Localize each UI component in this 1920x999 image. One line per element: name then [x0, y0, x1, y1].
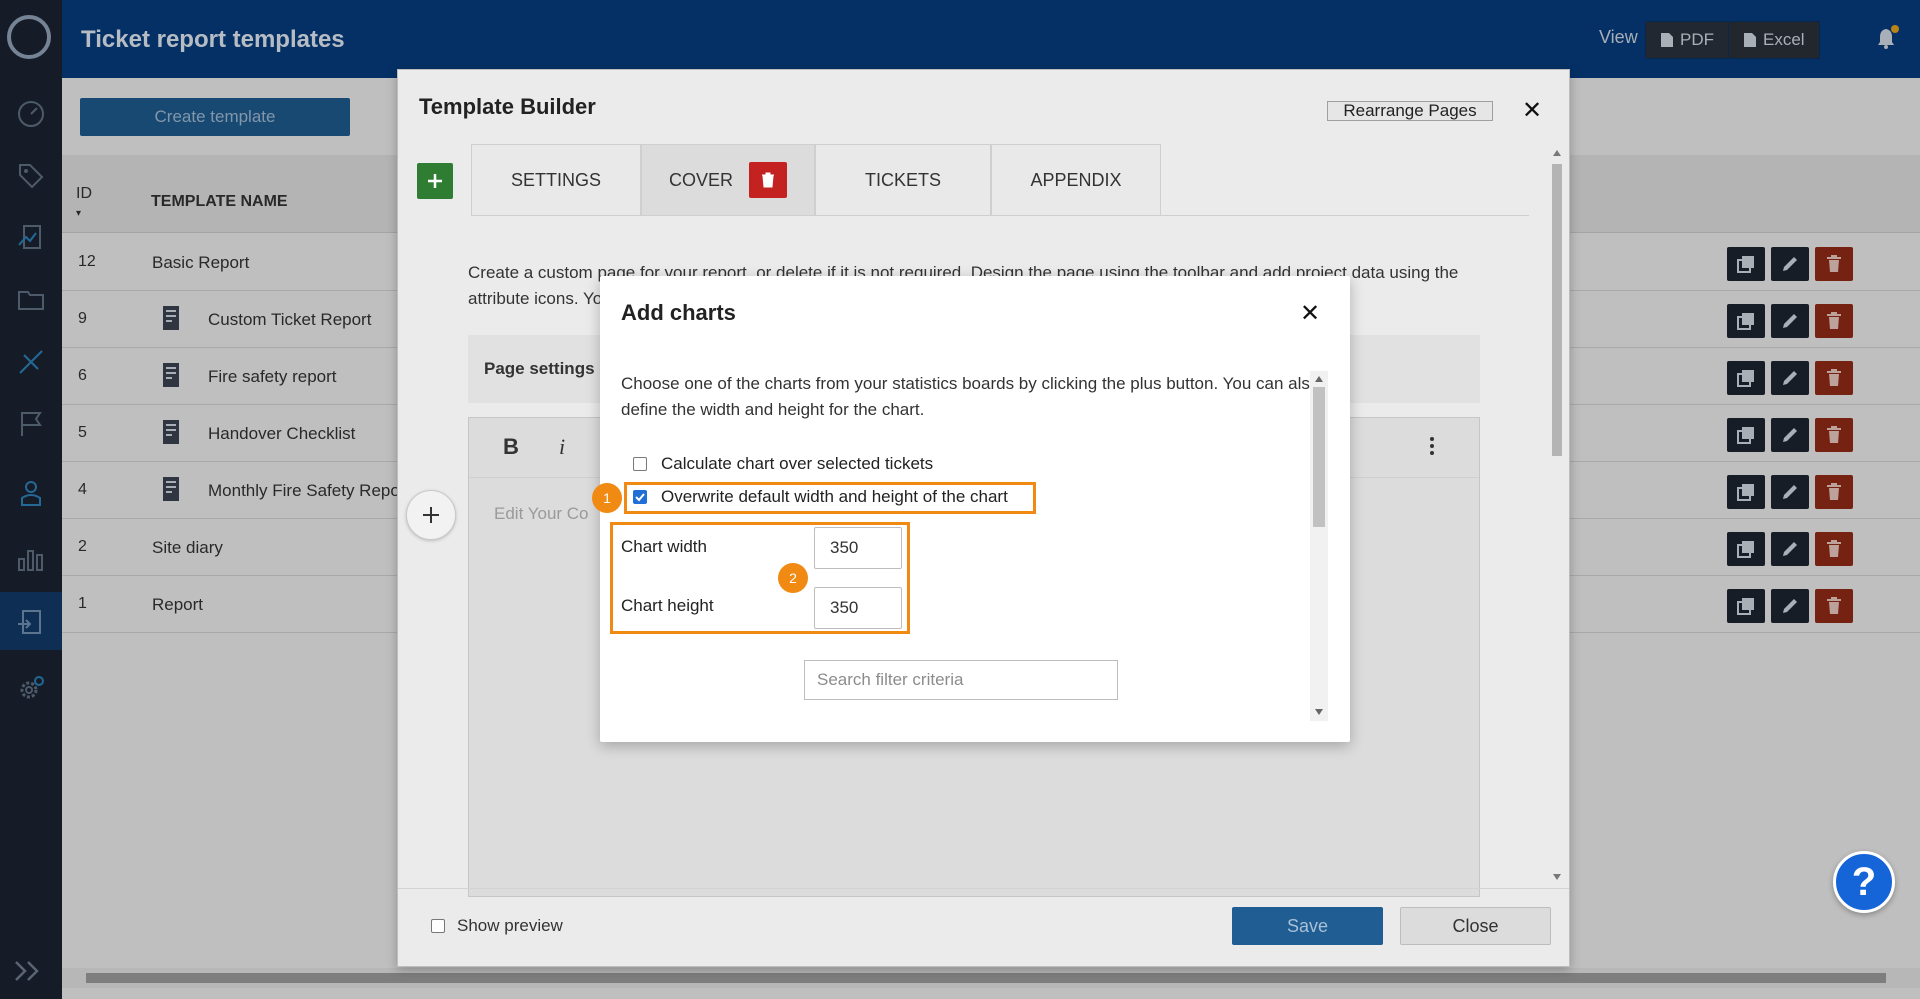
chart-height-label: Chart height	[621, 596, 714, 615]
overwrite-size-option[interactable]: Overwrite default width and height of th…	[633, 487, 1008, 507]
add-charts-dialog: Add charts ✕ Choose one of the charts fr…	[592, 276, 1350, 742]
calculate-over-selected-option[interactable]: Calculate chart over selected tickets	[633, 454, 933, 474]
italic-button[interactable]: i	[559, 434, 565, 460]
chart-width-input[interactable]: 350	[814, 527, 902, 569]
checkmark-icon	[635, 493, 645, 502]
help-button[interactable]: ?	[1833, 851, 1895, 913]
builder-tabs: SETTINGS COVER TICKETS APPENDIX	[471, 144, 1161, 216]
builder-close-icon[interactable]: ✕	[1522, 96, 1542, 125]
dialog-close-icon[interactable]: ✕	[1300, 299, 1320, 328]
chart-width-label: Chart width	[621, 537, 707, 556]
trash-icon	[762, 172, 774, 188]
dialog-intro: Choose one of the charts from your stati…	[621, 374, 1320, 419]
dialog-title: Add charts	[621, 300, 736, 325]
show-preview-toggle[interactable]: Show preview	[431, 916, 563, 936]
builder-title: Template Builder	[419, 94, 596, 119]
search-filter-input[interactable]: Search filter criteria	[804, 660, 1118, 700]
overwrite-size-label: Overwrite default width and height of th…	[661, 487, 1008, 506]
tab-settings[interactable]: SETTINGS	[471, 144, 641, 216]
save-button[interactable]: Save	[1232, 907, 1383, 945]
editor-placeholder: Edit Your Co	[494, 504, 589, 523]
dialog-body: Choose one of the charts from your stati…	[592, 371, 1328, 731]
insert-element-button[interactable]	[406, 490, 456, 540]
chart-height-input[interactable]: 350	[814, 587, 902, 629]
page-settings-label: Page settings	[484, 359, 595, 378]
step-badge-2: 2	[778, 563, 808, 593]
tab-appendix[interactable]: APPENDIX	[991, 144, 1161, 216]
show-preview-checkbox[interactable]	[431, 919, 445, 933]
builder-scrollbar[interactable]	[1548, 146, 1566, 886]
more-options-icon[interactable]	[1429, 436, 1435, 456]
overwrite-size-checkbox[interactable]	[633, 490, 647, 504]
tab-tickets[interactable]: TICKETS	[815, 144, 991, 216]
bold-button[interactable]: B	[503, 434, 519, 460]
tab-cover[interactable]: COVER	[641, 144, 815, 216]
calculate-over-selected-label: Calculate chart over selected tickets	[661, 454, 934, 473]
rearrange-pages-button[interactable]: Rearrange Pages	[1327, 101, 1493, 121]
plus-icon	[428, 174, 442, 188]
show-preview-label: Show preview	[457, 916, 563, 935]
add-page-button[interactable]	[417, 163, 453, 199]
dialog-scrollbar[interactable]	[1310, 371, 1328, 721]
tabs-divider	[471, 215, 1529, 216]
calculate-over-selected-checkbox[interactable]	[633, 457, 647, 471]
footer-divider	[398, 888, 1569, 889]
plus-icon	[423, 507, 439, 523]
delete-cover-button[interactable]	[749, 162, 787, 198]
close-button[interactable]: Close	[1400, 907, 1551, 945]
step-badge-1: 1	[592, 483, 622, 513]
